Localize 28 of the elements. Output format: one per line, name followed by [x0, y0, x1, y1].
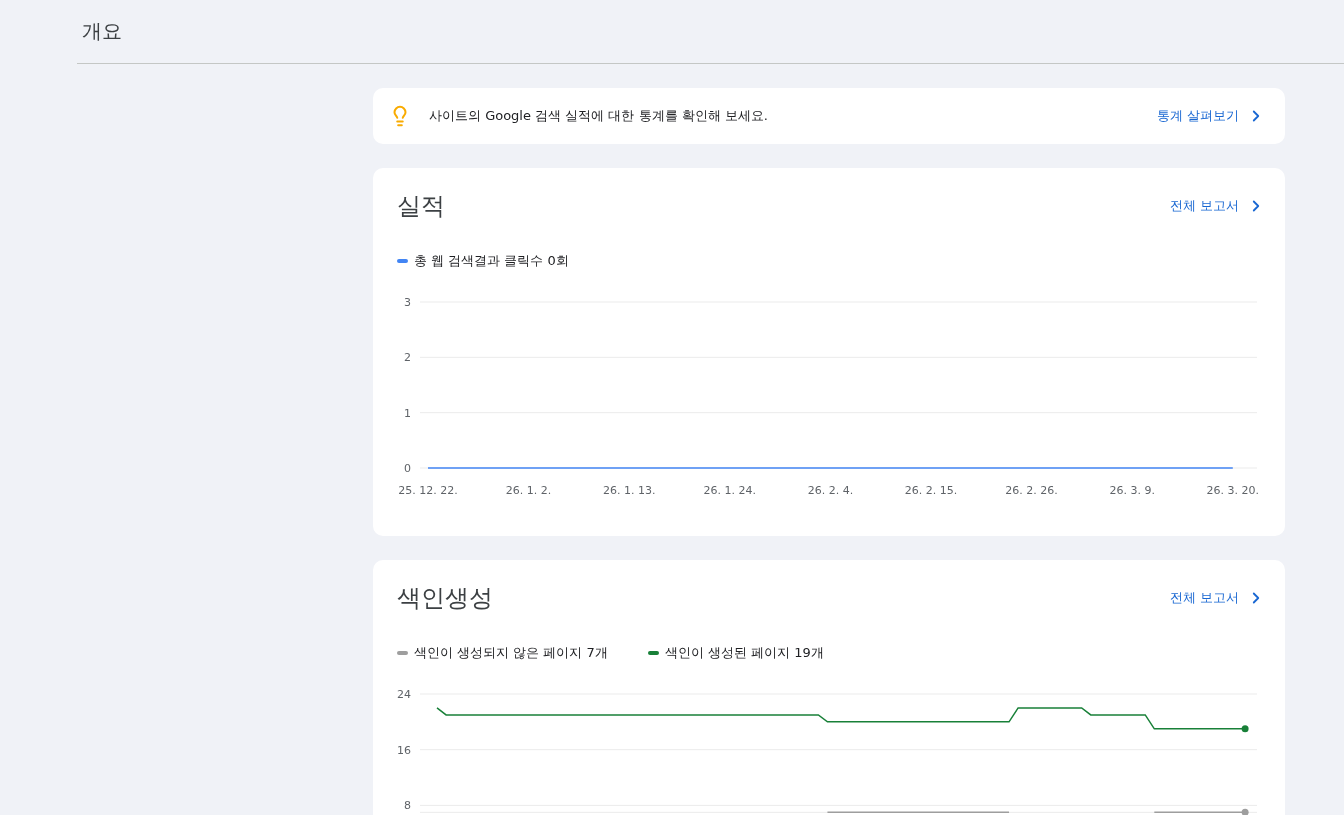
axis-label: 26. 2. 4. — [807, 484, 854, 497]
axis-label: 26. 3. 9. — [1109, 484, 1155, 497]
axis-label: 8 — [404, 799, 411, 813]
axis-label: 26. 1. 13. — [602, 484, 656, 497]
axis-label: 1 — [404, 406, 411, 420]
legend-item: 색인이 생성된 페이지 19개 — [647, 644, 824, 662]
axis-label: 26. 1. 24. — [703, 484, 757, 497]
card-title: 색인생성 — [397, 583, 493, 614]
axis-label: 24 — [397, 688, 411, 701]
legend-item: 색인이 생성되지 않은 페이지 7개 — [397, 644, 608, 662]
axis-label: 26. 2. 15. — [904, 484, 958, 497]
legend-item: 총 웹 검색결과 클릭수 0회 — [397, 252, 569, 270]
page-title: 개요 — [82, 18, 122, 45]
axis-label: 0 — [404, 462, 411, 475]
data-point — [1241, 808, 1249, 815]
axis-label: 16 — [397, 743, 411, 757]
card-title: 실적 — [397, 191, 445, 222]
axis-label: 2 — [404, 351, 411, 365]
axis-label: 26. 3. 20. — [1206, 484, 1260, 497]
axis-label: 25. 12. 22. — [398, 484, 458, 497]
data-point — [1241, 725, 1249, 733]
report-link[interactable]: 전체 보고서 — [1169, 589, 1265, 607]
axis-label: 26. 1. 2. — [505, 484, 552, 497]
tip-text: 사이트의 Google 검색 실적에 대한 통계를 확인해 보세요. — [429, 107, 769, 125]
explore-link[interactable]: 통계 살펴보기 — [1156, 107, 1265, 125]
axis-label: 3 — [404, 296, 411, 309]
axis-label: 26. 2. 26. — [1005, 484, 1058, 497]
report-link[interactable]: 전체 보고서 — [1169, 197, 1265, 215]
